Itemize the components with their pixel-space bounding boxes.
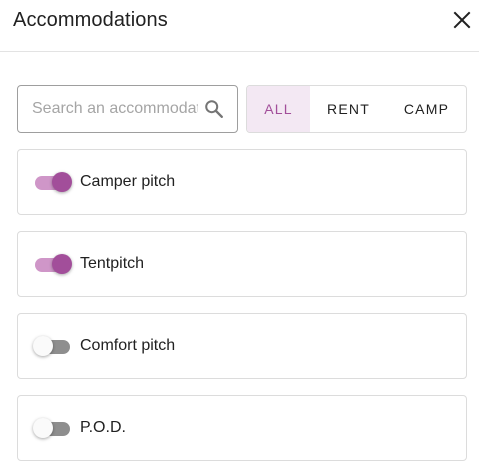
- tentpitch-toggle[interactable]: [33, 253, 73, 275]
- dialog-header: Accommodations: [0, 0, 479, 52]
- toggle-thumb: [52, 254, 72, 274]
- search-field[interactable]: [17, 85, 238, 133]
- accommodation-card-pod: P.O.D.: [17, 395, 467, 461]
- accommodations-dialog: Accommodations ALL RENT CAMP Camper pitc…: [0, 0, 479, 468]
- accommodation-label: Comfort pitch: [80, 337, 176, 354]
- dialog-title: Accommodations: [13, 9, 168, 31]
- accommodation-label: Camper pitch: [80, 173, 176, 190]
- accommodation-card-camper-pitch: Camper pitch: [17, 149, 467, 215]
- close-icon: [453, 11, 471, 29]
- filter-all-button[interactable]: ALL: [247, 86, 310, 132]
- toggle-thumb: [33, 336, 53, 356]
- accommodation-label: P.O.D.: [80, 419, 126, 436]
- search-icon[interactable]: [203, 98, 225, 120]
- toggle-thumb: [33, 418, 53, 438]
- toggle-thumb: [52, 172, 72, 192]
- accommodation-card-tentpitch: Tentpitch: [17, 231, 467, 297]
- accommodation-card-comfort-pitch: Comfort pitch: [17, 313, 467, 379]
- comfort-pitch-toggle[interactable]: [33, 335, 73, 357]
- search-input[interactable]: [32, 98, 198, 120]
- accommodation-label: Tentpitch: [80, 255, 145, 272]
- camper-pitch-toggle[interactable]: [33, 171, 73, 193]
- accommodation-type-filter: ALL RENT CAMP: [246, 85, 467, 133]
- filter-rent-button[interactable]: RENT: [310, 86, 387, 132]
- pod-toggle[interactable]: [33, 417, 73, 439]
- filter-camp-button[interactable]: CAMP: [387, 86, 466, 132]
- close-button[interactable]: [450, 8, 474, 32]
